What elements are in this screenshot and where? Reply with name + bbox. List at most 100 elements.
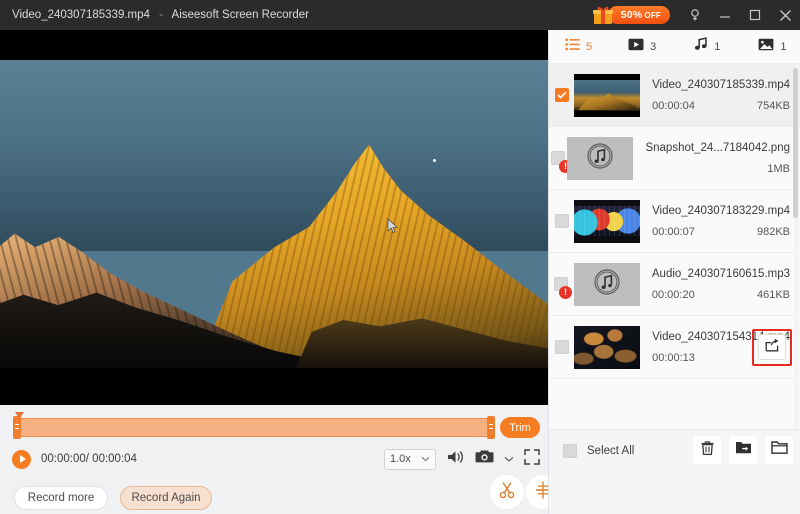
warning-icon: !: [559, 286, 572, 299]
gift-icon: [592, 5, 614, 25]
file-meta: Audio_240307160615.mp3 00:00:20 461KB: [652, 263, 790, 306]
list-item[interactable]: Video_240307154314.mp4 00:00:13: [549, 316, 800, 379]
file-list-scrollbar-track[interactable]: [794, 64, 799, 429]
cut-tool-button[interactable]: [490, 475, 524, 509]
trash-icon: [700, 440, 715, 461]
sky-layer: [0, 60, 548, 251]
file-checkbox[interactable]: [555, 88, 569, 102]
file-name: Video_240307183229.mp4: [652, 205, 790, 217]
maximize-button[interactable]: [740, 0, 770, 30]
file-checkbox-wrap[interactable]: [549, 214, 574, 228]
select-all-row[interactable]: Select All: [549, 430, 800, 472]
list-item[interactable]: Video_240307183229.mp4 00:00:07 982KB: [549, 190, 800, 253]
file-checkbox[interactable]: [555, 340, 569, 354]
open-folder-button[interactable]: [765, 436, 793, 464]
file-size: 754KB: [757, 100, 790, 112]
file-thumbnail: [574, 200, 640, 243]
move-to-folder-button[interactable]: [729, 436, 757, 464]
current-time: 00:00:00/: [41, 453, 89, 465]
speed-value: 1.0x: [390, 453, 411, 465]
file-list-scrollbar-thumb[interactable]: [793, 68, 798, 218]
trim-handle-right[interactable]: [487, 416, 495, 439]
folder-arrow-icon: [735, 440, 752, 460]
select-all-checkbox[interactable]: [563, 444, 577, 458]
close-button[interactable]: [770, 0, 800, 30]
file-size: 461KB: [757, 289, 790, 301]
title-app-name: Aiseesoft Screen Recorder: [172, 9, 309, 21]
tab-video[interactable]: 3: [624, 30, 660, 64]
tab-audio[interactable]: 1: [690, 30, 724, 64]
title-file-name: Video_240307185339.mp4: [12, 9, 150, 21]
file-meta: Video_240307183229.mp4 00:00:07 982KB: [652, 200, 790, 243]
file-checkbox-wrap[interactable]: !: [549, 277, 574, 291]
video-preview[interactable]: [0, 30, 548, 405]
list-item[interactable]: Video_240307185339.mp4 00:00:04 754KB: [549, 64, 800, 127]
snapshot-dropdown-button[interactable]: [504, 450, 514, 468]
fullscreen-icon: [524, 449, 540, 470]
trim-button[interactable]: Trim: [500, 417, 540, 438]
play-button[interactable]: [12, 450, 31, 469]
delete-button[interactable]: [693, 436, 721, 464]
file-panel: 5 3 1: [548, 30, 800, 514]
file-size: 982KB: [757, 226, 790, 238]
file-checkbox-wrap[interactable]: !: [549, 151, 567, 165]
list-item[interactable]: ! Audio_240307160615: [549, 253, 800, 316]
maximize-icon: [749, 9, 761, 21]
trim-track[interactable]: [14, 418, 492, 437]
speed-select[interactable]: 1.0x: [384, 449, 436, 470]
minimize-button[interactable]: [710, 0, 740, 30]
thumbnail-music-note-icon: [590, 265, 624, 304]
file-thumbnail: [574, 263, 640, 306]
file-checkbox-wrap[interactable]: [549, 88, 574, 102]
file-thumbnail: [574, 74, 640, 117]
trim-bar[interactable]: Trim: [0, 412, 548, 442]
tab-video-count: 3: [650, 41, 656, 53]
tab-all[interactable]: 5: [561, 30, 596, 64]
thumbnail-music-note-icon: [583, 139, 617, 178]
file-duration: 00:00:20: [652, 289, 695, 301]
chevron-down-icon: [421, 454, 430, 464]
thumbnail-mountain: [574, 74, 640, 117]
file-name: Audio_240307160615.mp3: [652, 268, 790, 280]
tab-audio-count: 1: [714, 41, 720, 53]
volume-icon: [446, 449, 465, 470]
close-icon: [779, 9, 792, 22]
promo-banner[interactable]: 50% OFF: [592, 5, 670, 25]
minimize-icon: [719, 9, 731, 21]
title-bar: Video_240307185339.mp4 - Aiseesoft Scree…: [0, 0, 800, 30]
record-again-button[interactable]: Record Again: [120, 486, 212, 510]
promo-percent: 50%: [621, 9, 643, 21]
snapshot-button[interactable]: [475, 449, 494, 469]
volume-button[interactable]: [446, 449, 465, 470]
file-meta: Snapshot_24...7184042.png 1MB: [645, 137, 790, 180]
scissors-icon: [497, 480, 517, 505]
file-checkbox-wrap[interactable]: [549, 340, 574, 354]
camera-icon: [475, 449, 494, 469]
tab-all-count: 5: [586, 41, 592, 53]
share-button[interactable]: [758, 334, 786, 360]
folder-icon: [771, 440, 788, 460]
panel-footer-icons: [693, 436, 793, 464]
tab-image-count: 1: [780, 41, 786, 53]
file-list[interactable]: Video_240307185339.mp4 00:00:04 754KB !: [549, 64, 800, 429]
file-sub: 1MB: [645, 163, 790, 175]
tab-image[interactable]: 1: [754, 30, 790, 64]
file-sub: 00:00:04 754KB: [652, 100, 790, 112]
file-name: Video_240307185339.mp4: [652, 79, 790, 91]
file-checkbox[interactable]: [555, 214, 569, 228]
file-sub: 00:00:07 982KB: [652, 226, 790, 238]
player-control-area: Trim 00:00:00/ 00:00:04 1.0x: [0, 405, 548, 514]
help-button[interactable]: [680, 0, 710, 30]
record-actions-row: Record more Record Again: [0, 477, 548, 514]
record-more-button[interactable]: Record more: [14, 486, 108, 510]
video-icon: [628, 38, 644, 56]
fullscreen-button[interactable]: [524, 449, 540, 470]
share-icon: [765, 338, 780, 357]
promo-pill[interactable]: 50% OFF: [608, 6, 670, 24]
file-duration: 00:00:13: [652, 352, 695, 364]
snow-speck: [433, 159, 436, 162]
file-duration: 00:00:04: [652, 100, 695, 112]
list-item[interactable]: ! Snapshot_24...7184: [549, 127, 800, 190]
panel-tab-bar: 5 3 1: [549, 30, 800, 64]
playhead-marker[interactable]: [15, 412, 24, 425]
